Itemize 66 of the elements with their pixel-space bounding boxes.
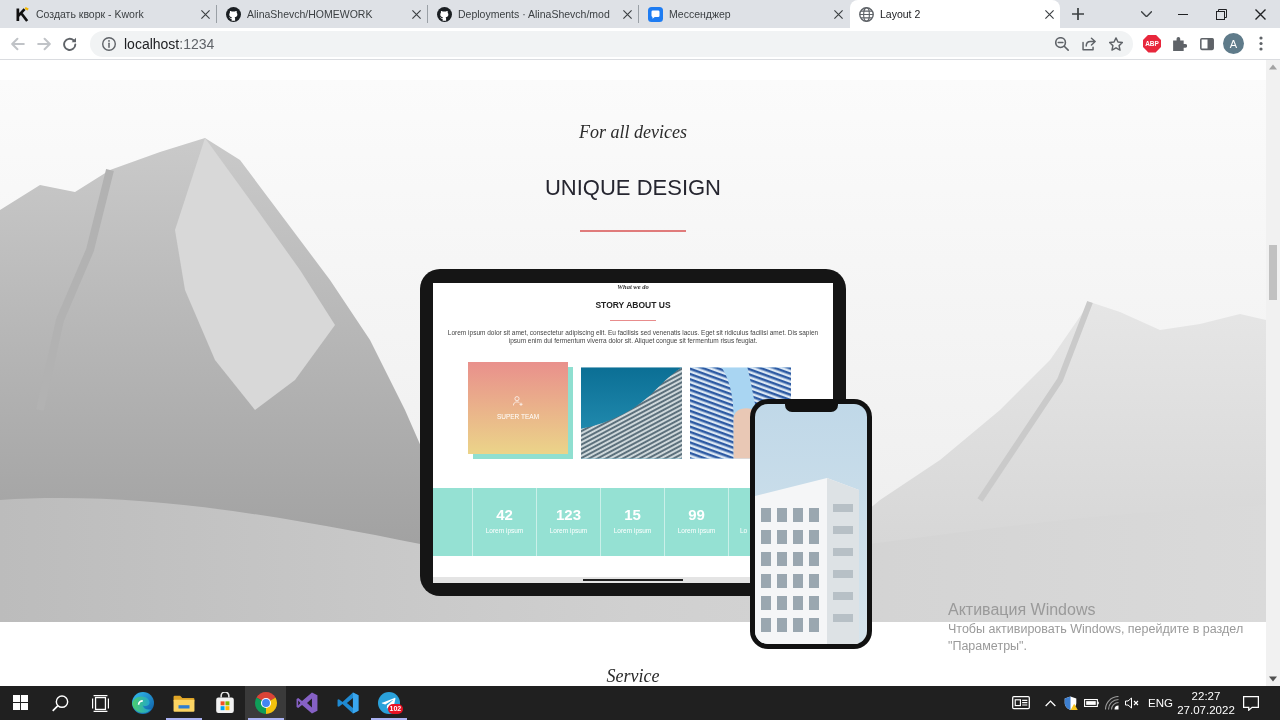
back-arrow-icon [11, 36, 25, 51]
menu-icon [1258, 36, 1263, 51]
browser-tab[interactable]: Создать кворк - Kwork [6, 0, 216, 28]
zoom-out-icon [1054, 36, 1069, 51]
puzzle-piece-icon [1172, 36, 1187, 51]
wifi-icon[interactable] [1105, 696, 1120, 710]
minimize-icon [1177, 13, 1188, 15]
chevron-down-icon [1140, 10, 1152, 18]
newspaper-icon[interactable] [1012, 696, 1031, 710]
close-icon [200, 9, 210, 19]
plus-icon [1072, 8, 1084, 20]
stat-number: 123 [556, 506, 581, 523]
phone-notch [785, 403, 838, 412]
clock-button[interactable]: 22:27 27.07.2022 [1179, 686, 1233, 720]
close-icon [622, 9, 632, 19]
activation-title: Активация Windows [948, 600, 1097, 620]
title-underline [610, 320, 656, 321]
close-icon [1044, 9, 1054, 19]
window-grid-icon [12, 695, 28, 710]
ribbon-logo-icon [295, 692, 318, 714]
stat-number: 15 [624, 506, 641, 523]
swirl-logo-icon [131, 692, 154, 714]
stat-number: 99 [688, 506, 705, 523]
section-title: STORY ABOUT US [595, 300, 671, 310]
section-title: UNIQUE DESIGN [545, 174, 721, 202]
browser-tab[interactable]: Мессенджер [639, 0, 849, 28]
stat-number: 42 [496, 506, 513, 523]
tricolor-circle-icon [254, 692, 277, 714]
address-field[interactable]: localhost:1234 [90, 30, 1133, 57]
search-icon [51, 695, 69, 712]
task-view-icon [91, 695, 109, 712]
speaker-muted-icon[interactable] [1125, 696, 1140, 710]
k-logo-icon [15, 6, 30, 22]
browser-tab[interactable]: Deployments · AlinaShevch/mod [428, 0, 638, 28]
close-icon [833, 9, 843, 19]
language-button[interactable]: ENG [1142, 686, 1179, 720]
forward-arrow-icon [37, 36, 51, 51]
section-subtitle: Service [606, 665, 660, 688]
chat-bubble-icon [648, 6, 663, 22]
info-icon [102, 36, 116, 51]
ribbon-logo-icon [336, 692, 359, 714]
restore-icon [1216, 8, 1227, 20]
chevron-up-icon[interactable] [1045, 699, 1057, 707]
scroll-thumb[interactable] [1269, 245, 1277, 300]
cat-logo-icon [437, 6, 452, 22]
shopping-bag-icon [213, 692, 236, 714]
battery-icon[interactable] [1084, 699, 1100, 707]
browser-tab[interactable]: AlinaShevch/HOMEWORK [217, 0, 427, 28]
browser-tab[interactable]: Layout 2 [850, 0, 1060, 28]
scroll-down-icon[interactable] [1269, 676, 1277, 682]
shield-warning-icon[interactable] [1064, 696, 1079, 710]
side-panel-icon [1199, 36, 1214, 51]
activation-notice: Чтобы активировать Windows, перейдите в раздел "Параметры". [948, 621, 1245, 655]
close-icon [1255, 8, 1266, 20]
taskbar-app-button[interactable] [245, 686, 286, 720]
globe-icon [859, 6, 874, 22]
notification-icon[interactable] [1243, 695, 1259, 711]
share-icon [1081, 36, 1096, 51]
reload-icon [63, 36, 77, 51]
user-plus-icon [513, 396, 523, 406]
star-icon [1108, 36, 1123, 51]
section-subtitle: For all devices [579, 121, 687, 144]
cat-logo-icon [226, 6, 241, 22]
close-icon [411, 9, 421, 19]
profile-avatar[interactable]: A [1223, 33, 1244, 54]
scrollbar[interactable] [1266, 60, 1280, 686]
